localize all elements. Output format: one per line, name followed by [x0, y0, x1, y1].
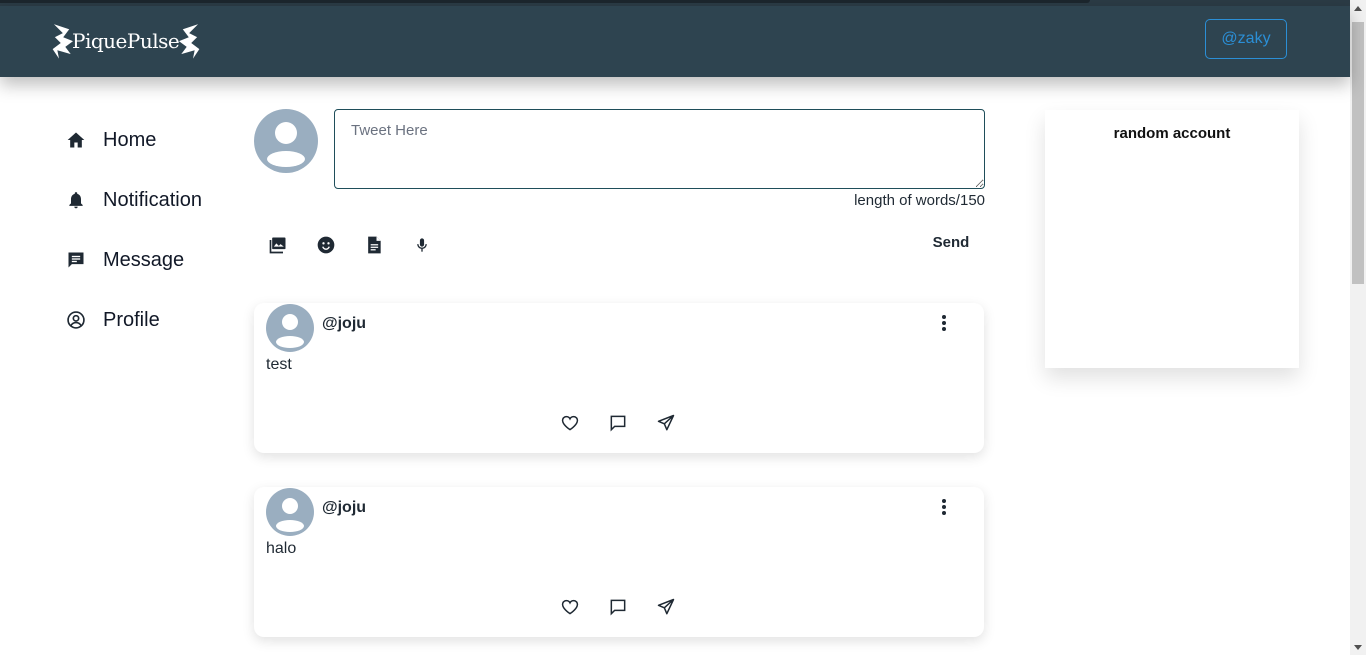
sidebar-item-notification[interactable]: Notification [66, 170, 236, 230]
panel-title: random account [1113, 125, 1231, 142]
send-button[interactable]: Send [916, 230, 986, 254]
scroll-down-arrow[interactable] [1354, 645, 1362, 650]
post-handle[interactable]: @joju [322, 315, 366, 333]
post-text: test [266, 356, 292, 373]
scrollbar-thumb[interactable] [1352, 22, 1364, 284]
tweet-input[interactable] [334, 109, 985, 189]
post-actions [560, 597, 704, 617]
sidebar-item-home[interactable]: Home [66, 110, 236, 170]
image-icon[interactable] [268, 235, 288, 255]
logo[interactable]: PiquePulse [50, 19, 202, 65]
post-card: @joju halo [254, 487, 984, 637]
scroll-up-arrow[interactable] [1354, 6, 1362, 11]
sidebar-item-label: Home [103, 128, 157, 151]
emoji-icon[interactable] [316, 235, 336, 255]
avatar [266, 304, 314, 352]
post-actions [560, 413, 704, 433]
sidebar-item-label: Notification [103, 188, 202, 211]
send-icon[interactable] [656, 413, 676, 433]
comment-icon[interactable] [608, 413, 628, 433]
post-text: halo [266, 540, 297, 557]
top-navbar: PiquePulse @zaky [0, 6, 1350, 77]
more-vertical-icon[interactable] [934, 499, 954, 519]
sidebar-item-profile[interactable]: Profile [66, 290, 236, 350]
user-button[interactable]: @zaky [1205, 19, 1287, 59]
avatar [254, 109, 318, 173]
comment-icon[interactable] [608, 597, 628, 617]
heart-icon[interactable] [560, 413, 580, 433]
random-account-panel: random account [1045, 110, 1299, 368]
message-icon [68, 252, 84, 268]
sidebar-item-label: Profile [103, 308, 160, 331]
browser-tab-bar [0, 0, 1090, 3]
heart-icon[interactable] [560, 597, 580, 617]
user-circle-icon [67, 311, 85, 329]
sidebar-item-label: Message [103, 248, 185, 271]
sidebar-item-message[interactable]: Message [66, 230, 236, 290]
send-icon[interactable] [656, 597, 676, 617]
more-vertical-icon[interactable] [934, 315, 954, 335]
post-handle[interactable]: @joju [322, 499, 366, 517]
document-icon[interactable] [364, 235, 384, 255]
home-icon [67, 132, 85, 148]
word-counter: length of words/150 [854, 192, 985, 209]
bell-icon [69, 192, 83, 209]
microphone-icon[interactable] [412, 235, 432, 255]
sidebar-nav: Home Notification Message Profile [66, 110, 236, 350]
avatar [266, 488, 314, 536]
logo-text: PiquePulse [72, 29, 180, 53]
composer-toolbar [268, 235, 460, 255]
post-card: @joju test [254, 303, 984, 453]
